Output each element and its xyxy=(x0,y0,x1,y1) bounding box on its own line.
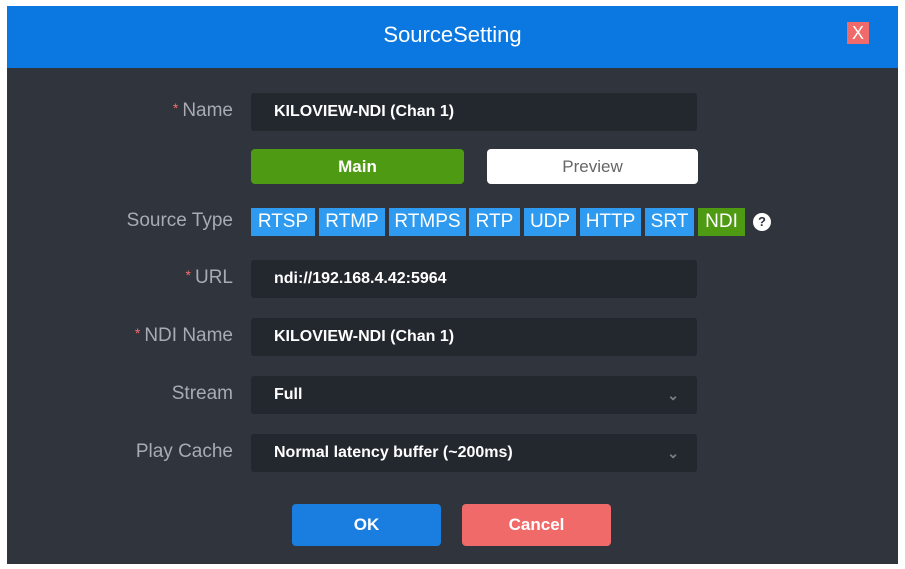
ndi-name-input[interactable]: KILOVIEW-NDI (Chan 1) xyxy=(251,318,697,356)
name-label: * Name xyxy=(172,100,233,121)
source-type-rtp[interactable]: RTP xyxy=(469,208,520,236)
ok-button[interactable]: OK xyxy=(292,504,441,546)
close-button[interactable]: X xyxy=(847,22,869,44)
source-type-rtmp[interactable]: RTMP xyxy=(319,208,385,236)
ndi-name-label: * NDI Name xyxy=(134,325,233,346)
url-input[interactable]: ndi://192.168.4.42:5964 xyxy=(251,260,697,298)
main-tab[interactable]: Main xyxy=(251,149,464,184)
dialog-header: SourceSetting X xyxy=(7,6,898,68)
source-type-label: Source Type xyxy=(126,210,233,231)
dialog-title: SourceSetting xyxy=(383,22,522,47)
source-type-srt[interactable]: SRT xyxy=(645,208,694,236)
stream-label: Stream xyxy=(171,383,233,404)
chevron-down-icon: ⌄ xyxy=(667,445,679,461)
play-cache-label: Play Cache xyxy=(135,441,233,462)
cancel-button[interactable]: Cancel xyxy=(462,504,611,546)
name-input[interactable]: KILOVIEW-NDI (Chan 1) xyxy=(251,93,697,131)
chevron-down-icon: ⌄ xyxy=(667,387,679,403)
play-cache-value: Normal latency buffer (~200ms) xyxy=(274,444,513,461)
source-type-rtsp[interactable]: RTSP xyxy=(251,208,315,236)
help-icon[interactable]: ? xyxy=(753,213,771,231)
preview-tab[interactable]: Preview xyxy=(487,149,698,184)
source-setting-dialog: SourceSetting X * Name KILOVIEW-NDI (Chan… xyxy=(7,6,898,564)
source-type-udp[interactable]: UDP xyxy=(524,208,576,236)
url-label: * URL xyxy=(185,267,233,288)
stream-value: Full xyxy=(274,386,303,403)
source-type-http[interactable]: HTTP xyxy=(580,208,641,236)
source-type-rtmps[interactable]: RTMPS xyxy=(389,208,466,236)
play-cache-select[interactable]: Normal latency buffer (~200ms) ⌄ xyxy=(251,434,697,472)
stream-select[interactable]: Full ⌄ xyxy=(251,376,697,414)
source-type-ndi[interactable]: NDI xyxy=(698,208,745,236)
